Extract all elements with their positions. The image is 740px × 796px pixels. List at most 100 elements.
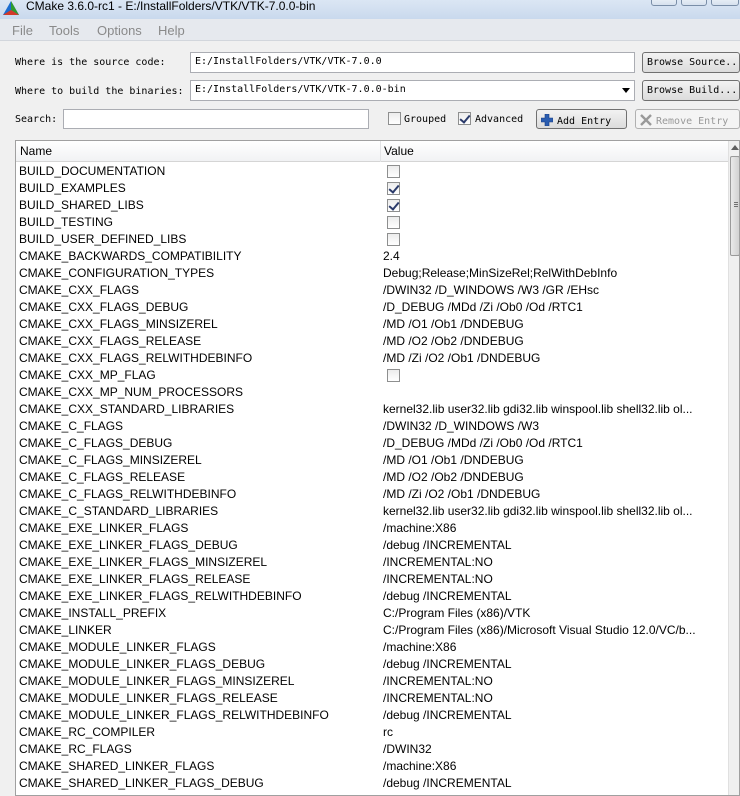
cache-entry-value[interactable]: /debug /INCREMENTAL [383,657,725,671]
menu-file[interactable]: File [12,23,33,38]
browse-build-button[interactable]: Browse Build... [642,80,740,101]
column-header-name[interactable]: Name [20,144,52,158]
vertical-scrollbar[interactable] [728,141,739,795]
cache-entry-value[interactable]: /debug /INCREMENTAL [383,708,725,722]
table-row[interactable]: CMAKE_MODULE_LINKER_FLAGS_DEBUG/debug /I… [16,656,728,673]
table-row[interactable]: CMAKE_C_FLAGS_MINSIZEREL/MD /O1 /Ob1 /DN… [16,452,728,469]
cache-entry-value[interactable]: /machine:X86 [383,521,725,535]
grouped-checkbox[interactable] [388,112,401,125]
cache-entry-value[interactable]: /MD /O1 /Ob1 /DNDEBUG [383,317,725,331]
cache-entry-value[interactable]: /INCREMENTAL:NO [383,555,725,569]
table-row[interactable]: CMAKE_MODULE_LINKER_FLAGS_MINSIZEREL/INC… [16,673,728,690]
cache-entry-value[interactable]: rc [383,725,725,739]
table-row[interactable]: CMAKE_EXE_LINKER_FLAGS_RELWITHDEBINFO/de… [16,588,728,605]
scrollbar-thumb[interactable] [730,156,739,256]
cache-table[interactable]: Name Value BUILD_DOCUMENTATION BUILD_EXAM… [15,140,740,796]
scroll-up-arrow-icon[interactable] [731,145,739,150]
column-divider[interactable] [380,141,381,162]
add-entry-button[interactable]: Add Entry [536,109,627,129]
table-row[interactable]: CMAKE_MODULE_LINKER_FLAGS_RELWITHDEBINFO… [16,707,728,724]
cache-entry-value[interactable]: /D_DEBUG /MDd /Zi /Ob0 /Od /RTC1 [383,300,725,314]
chevron-down-icon[interactable] [622,88,630,93]
remove-entry-button[interactable]: Remove Entry [635,109,740,129]
cache-entry-value[interactable]: /DWIN32 /D_WINDOWS /W3 /GR /EHsc [383,283,725,297]
search-input[interactable] [63,109,369,129]
menu-tools[interactable]: Tools [49,23,79,38]
table-row[interactable]: CMAKE_CXX_FLAGS_RELEASE/MD /O2 /Ob2 /DND… [16,333,728,350]
table-row[interactable]: CMAKE_LINKER C:/Program Files (x86)/Micro… [16,622,728,639]
table-row[interactable]: CMAKE_CXX_MP_NUM_PROCESSORS [16,384,728,401]
cache-entry-value[interactable]: C:/Program Files (x86)/Microsoft Visual … [383,623,725,637]
cache-entry-value[interactable]: C:/Program Files (x86)/VTK [383,606,725,620]
cache-entry-checkbox[interactable] [387,199,400,212]
maximize-button[interactable] [681,0,707,6]
source-path-input[interactable]: E:/InstallFolders/VTK/VTK-7.0.0 [190,52,635,73]
table-row[interactable]: CMAKE_RC_COMPILER rc [16,724,728,741]
cache-entry-value[interactable]: kernel32.lib user32.lib gdi32.lib winspo… [383,402,725,416]
table-row[interactable]: CMAKE_C_FLAGS_DEBUG/D_DEBUG /MDd /Zi /Ob… [16,435,728,452]
cache-entry-value[interactable]: /INCREMENTAL:NO [383,691,725,705]
table-row[interactable]: CMAKE_C_STANDARD_LIBRARIES kernel32.lib u… [16,503,728,520]
cache-entry-value[interactable]: /DWIN32 [383,742,725,756]
cache-entry-value[interactable]: /MD /Zi /O2 /Ob1 /DNDEBUG [383,487,725,501]
cache-entry-value[interactable]: /debug /INCREMENTAL [383,776,725,790]
cache-entry-value[interactable]: /MD /O2 /Ob2 /DNDEBUG [383,470,725,484]
cache-entry-value[interactable]: /MD /Zi /O2 /Ob1 /DNDEBUG [383,351,725,365]
table-row[interactable]: CMAKE_SHARED_LINKER_FLAGS /machine:X86 [16,758,728,775]
cache-entry-value[interactable]: /MD /O2 /Ob2 /DNDEBUG [383,334,725,348]
table-row[interactable]: CMAKE_MODULE_LINKER_FLAGS_RELEASE/INCREM… [16,690,728,707]
cache-entry-value[interactable]: /debug /INCREMENTAL [383,589,725,603]
table-row[interactable]: CMAKE_MODULE_LINKER_FLAGS /machine:X86 [16,639,728,656]
menu-options[interactable]: Options [97,23,142,38]
table-row[interactable]: CMAKE_CXX_FLAGS_RELWITHDEBINFO/MD /Zi /O… [16,350,728,367]
grip-line [734,204,738,205]
table-row[interactable]: CMAKE_C_FLAGS /DWIN32 /D_WINDOWS /W3 [16,418,728,435]
table-row[interactable]: CMAKE_C_FLAGS_RELWITHDEBINFO/MD /Zi /O2 … [16,486,728,503]
table-row[interactable]: CMAKE_RC_FLAGS /DWIN32 [16,741,728,758]
table-row[interactable]: CMAKE_EXE_LINKER_FLAGS_MINSIZEREL/INCREM… [16,554,728,571]
cache-entry-value[interactable]: /machine:X86 [383,759,725,773]
table-row[interactable]: BUILD_DOCUMENTATION [16,163,728,180]
title-bar: CMake 3.6.0-rc1 - E:/InstallFolders/VTK/… [0,0,740,19]
cache-entry-value[interactable]: /INCREMENTAL:NO [383,674,725,688]
table-row[interactable]: CMAKE_EXE_LINKER_FLAGS_RELEASE/INCREMENT… [16,571,728,588]
cache-entry-checkbox[interactable] [387,233,400,246]
cache-entry-value[interactable]: /INCREMENTAL:NO [383,572,725,586]
menu-help[interactable]: Help [158,23,185,38]
cache-entry-value[interactable]: /MD /O1 /Ob1 /DNDEBUG [383,453,725,467]
cache-entry-checkbox[interactable] [387,369,400,382]
cache-entry-value[interactable]: Debug;Release;MinSizeRel;RelWithDebInfo [383,266,725,280]
table-row[interactable]: BUILD_TESTING [16,214,728,231]
table-row[interactable]: CMAKE_CXX_FLAGS_DEBUG/D_DEBUG /MDd /Zi /… [16,299,728,316]
close-button[interactable] [711,0,739,6]
table-row[interactable]: BUILD_USER_DEFINED_LIBS [16,231,728,248]
cache-entry-value[interactable]: /D_DEBUG /MDd /Zi /Ob0 /Od /RTC1 [383,436,725,450]
table-row[interactable]: CMAKE_CXX_FLAGS /DWIN32 /D_WINDOWS /W3 /… [16,282,728,299]
table-row[interactable]: CMAKE_EXE_LINKER_FLAGS /machine:X86 [16,520,728,537]
table-row[interactable]: CMAKE_CXX_FLAGS_MINSIZEREL/MD /O1 /Ob1 /… [16,316,728,333]
cache-entry-value[interactable]: /DWIN32 /D_WINDOWS /W3 [383,419,725,433]
table-row[interactable]: CMAKE_SHARED_LINKER_FLAGS_DEBUG/debug /I… [16,775,728,792]
column-header-value[interactable]: Value [384,144,414,158]
build-path-combobox[interactable]: E:/InstallFolders/VTK/VTK-7.0.0-bin [190,80,635,101]
browse-source-button[interactable]: Browse Source... [642,52,740,73]
cache-entry-value[interactable]: /debug /INCREMENTAL [383,538,725,552]
table-row[interactable]: CMAKE_CONFIGURATION_TYPES Debug;Release;M… [16,265,728,282]
table-row[interactable]: CMAKE_CXX_MP_FLAG [16,367,728,384]
cache-entry-value[interactable]: 2.4 [383,249,725,263]
table-row[interactable]: CMAKE_INSTALL_PREFIX C:/Program Files (x8… [16,605,728,622]
remove-entry-label: Remove Entry [656,116,729,127]
table-row[interactable]: BUILD_EXAMPLES [16,180,728,197]
minimize-button[interactable] [651,0,677,6]
cache-entry-value[interactable]: /machine:X86 [383,640,725,654]
cache-entry-checkbox[interactable] [387,182,400,195]
cache-entry-checkbox[interactable] [387,216,400,229]
table-row[interactable]: BUILD_SHARED_LIBS [16,197,728,214]
table-row[interactable]: CMAKE_CXX_STANDARD_LIBRARIES kernel32.lib… [16,401,728,418]
cache-entry-checkbox[interactable] [387,165,400,178]
table-row[interactable]: CMAKE_BACKWARDS_COMPATIBILITY 2.4 [16,248,728,265]
table-row[interactable]: CMAKE_C_FLAGS_RELEASE/MD /O2 /Ob2 /DNDEB… [16,469,728,486]
cache-entry-value[interactable]: kernel32.lib user32.lib gdi32.lib winspo… [383,504,725,518]
advanced-checkbox[interactable] [458,112,471,125]
table-row[interactable]: CMAKE_EXE_LINKER_FLAGS_DEBUG/debug /INCR… [16,537,728,554]
